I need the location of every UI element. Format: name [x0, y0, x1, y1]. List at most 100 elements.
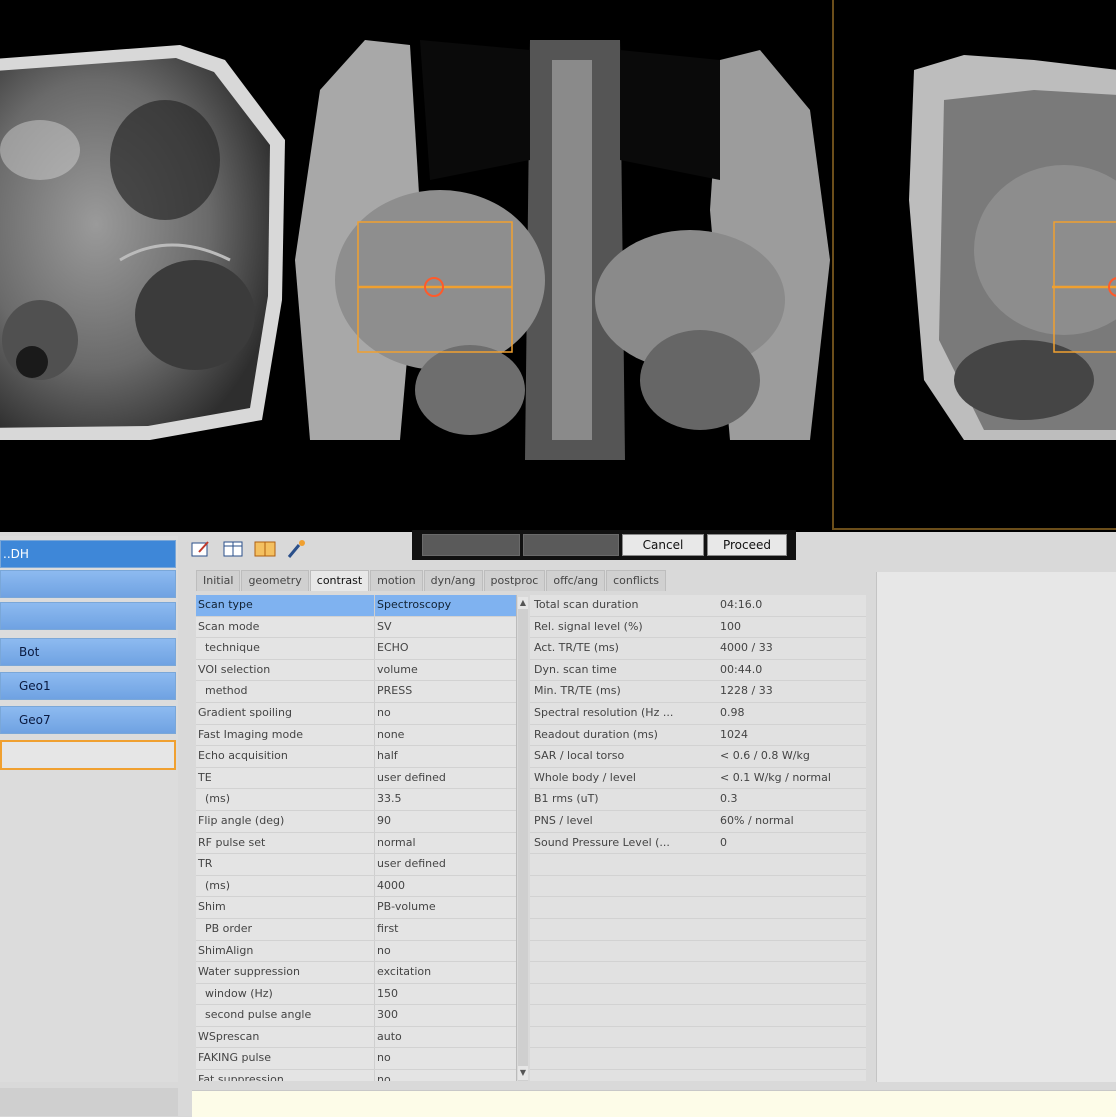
parameter-value[interactable]: user defined: [374, 854, 516, 875]
tab-offc-ang[interactable]: offc/ang: [546, 570, 606, 591]
axial-viewport[interactable]: [0, 0, 290, 530]
parameter-value[interactable]: none: [374, 724, 516, 746]
info-value: 60% / normal: [720, 813, 794, 827]
parameter-row[interactable]: Fat suppression no: [196, 1070, 516, 1081]
parameter-row[interactable]: VOI selection volume: [196, 659, 516, 682]
info-name: Sound Pressure Level (...: [534, 835, 670, 849]
parameter-row[interactable]: technique ECHO: [196, 638, 516, 660]
parameter-row[interactable]: WSprescan auto: [196, 1026, 516, 1049]
info-value: < 0.1 W/kg / normal: [720, 770, 831, 784]
scan-list-item[interactable]: Geo7: [0, 706, 176, 734]
parameter-value[interactable]: volume: [374, 659, 516, 681]
info-name: Rel. signal level (%): [534, 619, 643, 633]
parameter-value[interactable]: no: [374, 702, 516, 724]
parameter-row[interactable]: Scan mode SV: [196, 616, 516, 639]
tab-geometry[interactable]: geometry: [241, 570, 309, 591]
parameter-value[interactable]: normal: [374, 832, 516, 854]
parameter-tabs: Initial geometry contrast motion dyn/ang…: [196, 570, 667, 592]
scan-edit-icon[interactable]: [188, 536, 214, 562]
parameter-row[interactable]: (ms) 4000: [196, 875, 516, 898]
parameter-value[interactable]: excitation: [374, 962, 516, 983]
parameter-value[interactable]: first: [374, 918, 516, 940]
parameter-value[interactable]: 90: [374, 810, 516, 832]
parameter-row[interactable]: Gradient spoiling no: [196, 702, 516, 725]
parameter-value[interactable]: 150: [374, 983, 516, 1005]
sagittal-viewport[interactable]: [832, 0, 1116, 530]
tab-motion[interactable]: motion: [370, 570, 423, 591]
parameter-row[interactable]: (ms) 33.5: [196, 789, 516, 811]
info-row: [530, 854, 866, 876]
tab-conflicts[interactable]: conflicts: [606, 570, 666, 591]
table-icon[interactable]: [220, 536, 246, 562]
info-value: 4000 / 33: [720, 641, 773, 655]
parameter-row[interactable]: Scan type Spectroscopy: [196, 595, 516, 617]
info-row: [530, 1070, 866, 1081]
parameter-value[interactable]: no: [374, 1048, 516, 1070]
scan-list-item[interactable]: [0, 602, 176, 630]
info-row: Act. TR/TE (ms) 4000 / 33: [530, 638, 866, 660]
scan-list-item[interactable]: Bot: [0, 638, 176, 666]
wand-icon[interactable]: [284, 536, 310, 562]
parameter-value[interactable]: Spectroscopy: [374, 595, 516, 616]
parameter-table: Scan type Spectroscopy Scan mode SV techniq…: [196, 595, 517, 1081]
parameter-row[interactable]: ShimAlign no: [196, 940, 516, 963]
parameter-row[interactable]: window (Hz) 150: [196, 983, 516, 1006]
parameter-row[interactable]: Echo acquisition half: [196, 746, 516, 768]
info-row: Readout duration (ms) 1024: [530, 725, 866, 747]
parameter-value[interactable]: SV: [374, 616, 516, 638]
info-row: [530, 897, 866, 919]
parameter-value[interactable]: 4000: [374, 875, 516, 897]
parameter-name: technique: [198, 641, 260, 655]
cancel-button[interactable]: Cancel: [622, 534, 704, 556]
parameter-value[interactable]: no: [374, 1070, 516, 1081]
info-row: Whole body / level < 0.1 W/kg / normal: [530, 768, 866, 790]
scroll-up-icon[interactable]: ▲: [518, 597, 528, 609]
tab-contrast[interactable]: contrast: [309, 570, 370, 591]
scan-list-item[interactable]: Geo1: [0, 672, 176, 700]
parameter-row[interactable]: Water suppression excitation: [196, 962, 516, 984]
parameter-row[interactable]: RF pulse set normal: [196, 832, 516, 855]
parameter-value[interactable]: auto: [374, 1026, 516, 1048]
parameter-row[interactable]: FAKING pulse no: [196, 1048, 516, 1071]
info-value: [718, 941, 866, 962]
info-value: 0: [720, 835, 727, 849]
parameter-scrollbar[interactable]: [518, 597, 528, 1081]
parameter-value[interactable]: user defined: [374, 767, 516, 789]
parameter-row[interactable]: second pulse angle 300: [196, 1005, 516, 1027]
parameter-row[interactable]: method PRESS: [196, 681, 516, 703]
toolbar: [188, 536, 310, 564]
scan-list-item[interactable]: ..DH: [0, 540, 176, 568]
parameter-row[interactable]: PB order first: [196, 918, 516, 941]
book-icon[interactable]: [252, 536, 278, 562]
parameter-row[interactable]: TR user defined: [196, 854, 516, 876]
coronal-viewport[interactable]: [290, 0, 830, 530]
scan-list-item[interactable]: [0, 570, 176, 598]
proceed-button[interactable]: Proceed: [707, 534, 787, 556]
parameter-value[interactable]: 33.5: [374, 789, 516, 810]
parameter-row[interactable]: Fast Imaging mode none: [196, 724, 516, 747]
parameter-row[interactable]: TE user defined: [196, 767, 516, 790]
parameter-row[interactable]: Shim PB-volume: [196, 897, 516, 919]
info-name: [530, 876, 718, 897]
scroll-down-icon[interactable]: ▼: [518, 1066, 528, 1080]
parameter-value[interactable]: half: [374, 746, 516, 767]
parameter-name: RF pulse set: [198, 835, 266, 849]
disabled-button[interactable]: [422, 534, 520, 556]
parameter-value[interactable]: PB-volume: [374, 897, 516, 918]
info-row: Sound Pressure Level (... 0: [530, 833, 866, 855]
parameter-name: (ms): [198, 878, 231, 892]
info-row: Total scan duration 04:16.0: [530, 595, 866, 617]
parameter-value[interactable]: no: [374, 940, 516, 962]
scan-list-item[interactable]: [0, 740, 176, 770]
scan-list-footer: [0, 1088, 178, 1116]
parameter-value[interactable]: PRESS: [374, 681, 516, 702]
tab-dyn-ang[interactable]: dyn/ang: [423, 570, 483, 591]
info-name: Act. TR/TE (ms): [534, 641, 619, 655]
parameter-value[interactable]: 300: [374, 1005, 516, 1026]
info-value: [718, 1048, 866, 1069]
tab-postproc[interactable]: postproc: [483, 570, 546, 591]
disabled-button[interactable]: [523, 534, 619, 556]
parameter-row[interactable]: Flip angle (deg) 90: [196, 810, 516, 833]
tab-initial[interactable]: Initial: [196, 570, 241, 591]
parameter-value[interactable]: ECHO: [374, 638, 516, 659]
